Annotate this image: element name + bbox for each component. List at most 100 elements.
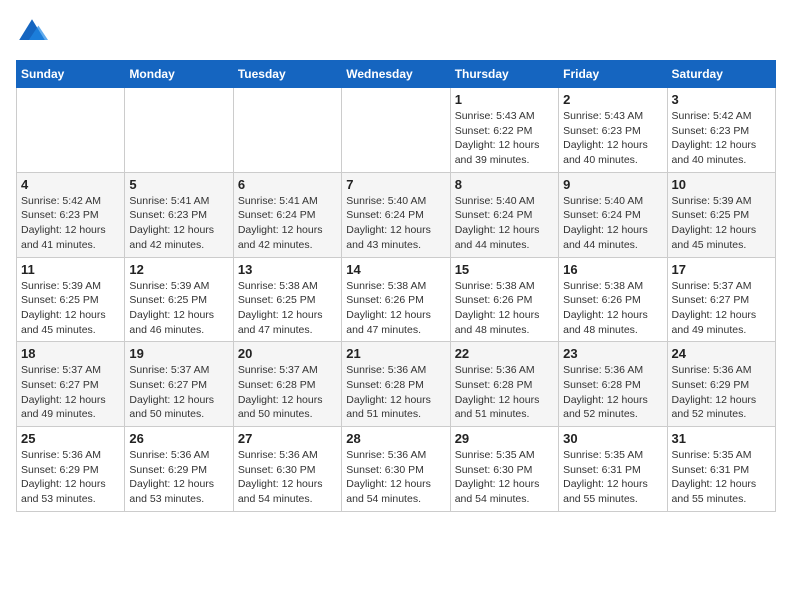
day-number: 22 xyxy=(455,346,554,361)
day-number: 25 xyxy=(21,431,120,446)
calendar-cell: 2 Sunrise: 5:43 AM Sunset: 6:23 PM Daylig… xyxy=(559,88,667,173)
day-info: Sunrise: 5:41 AM Sunset: 6:23 PM Dayligh… xyxy=(129,194,228,253)
calendar-cell: 17 Sunrise: 5:37 AM Sunset: 6:27 PM Dayli… xyxy=(667,257,775,342)
week-row-1: 4 Sunrise: 5:42 AM Sunset: 6:23 PM Daylig… xyxy=(17,172,776,257)
calendar-cell: 11 Sunrise: 5:39 AM Sunset: 6:25 PM Dayli… xyxy=(17,257,125,342)
day-of-week-monday: Monday xyxy=(125,61,233,88)
calendar-cell: 5 Sunrise: 5:41 AM Sunset: 6:23 PM Daylig… xyxy=(125,172,233,257)
calendar-cell: 22 Sunrise: 5:36 AM Sunset: 6:28 PM Dayli… xyxy=(450,342,558,427)
day-info: Sunrise: 5:42 AM Sunset: 6:23 PM Dayligh… xyxy=(21,194,120,253)
day-number: 5 xyxy=(129,177,228,192)
day-number: 17 xyxy=(672,262,771,277)
logo xyxy=(16,16,52,48)
calendar-cell: 23 Sunrise: 5:36 AM Sunset: 6:28 PM Dayli… xyxy=(559,342,667,427)
calendar-cell: 1 Sunrise: 5:43 AM Sunset: 6:22 PM Daylig… xyxy=(450,88,558,173)
day-number: 12 xyxy=(129,262,228,277)
calendar-cell: 6 Sunrise: 5:41 AM Sunset: 6:24 PM Daylig… xyxy=(233,172,341,257)
page-header xyxy=(16,16,776,48)
calendar-cell: 29 Sunrise: 5:35 AM Sunset: 6:30 PM Dayli… xyxy=(450,427,558,512)
calendar-cell: 19 Sunrise: 5:37 AM Sunset: 6:27 PM Dayli… xyxy=(125,342,233,427)
calendar-cell: 30 Sunrise: 5:35 AM Sunset: 6:31 PM Dayli… xyxy=(559,427,667,512)
day-of-week-thursday: Thursday xyxy=(450,61,558,88)
calendar-cell: 3Sunrise: 5:42 AM Sunset: 6:23 PM Daylig… xyxy=(667,88,775,173)
day-info: Sunrise: 5:36 AM Sunset: 6:28 PM Dayligh… xyxy=(455,363,554,422)
day-number: 15 xyxy=(455,262,554,277)
calendar-cell: 4 Sunrise: 5:42 AM Sunset: 6:23 PM Daylig… xyxy=(17,172,125,257)
calendar-cell: 31Sunrise: 5:35 AM Sunset: 6:31 PM Dayli… xyxy=(667,427,775,512)
day-info: Sunrise: 5:37 AM Sunset: 6:27 PM Dayligh… xyxy=(672,279,771,338)
day-info: Sunrise: 5:35 AM Sunset: 6:31 PM Dayligh… xyxy=(563,448,662,507)
day-of-week-wednesday: Wednesday xyxy=(342,61,450,88)
calendar-cell: 8 Sunrise: 5:40 AM Sunset: 6:24 PM Daylig… xyxy=(450,172,558,257)
day-number: 7 xyxy=(346,177,445,192)
day-info: Sunrise: 5:39 AM Sunset: 6:25 PM Dayligh… xyxy=(21,279,120,338)
day-number: 16 xyxy=(563,262,662,277)
day-number: 6 xyxy=(238,177,337,192)
calendar-cell: 24 Sunrise: 5:36 AM Sunset: 6:29 PM Dayli… xyxy=(667,342,775,427)
day-number: 21 xyxy=(346,346,445,361)
day-info: Sunrise: 5:38 AM Sunset: 6:25 PM Dayligh… xyxy=(238,279,337,338)
day-number: 1 xyxy=(455,92,554,107)
day-info: Sunrise: 5:36 AM Sunset: 6:30 PM Dayligh… xyxy=(346,448,445,507)
day-info: Sunrise: 5:39 AM Sunset: 6:25 PM Dayligh… xyxy=(672,194,771,253)
day-number: 24 xyxy=(672,346,771,361)
day-info: Sunrise: 5:37 AM Sunset: 6:28 PM Dayligh… xyxy=(238,363,337,422)
day-number: 29 xyxy=(455,431,554,446)
week-row-2: 11 Sunrise: 5:39 AM Sunset: 6:25 PM Dayli… xyxy=(17,257,776,342)
day-number: 28 xyxy=(346,431,445,446)
day-number: 4 xyxy=(21,177,120,192)
day-info: Sunrise: 5:36 AM Sunset: 6:29 PM Dayligh… xyxy=(21,448,120,507)
day-info: Sunrise: 5:38 AM Sunset: 6:26 PM Dayligh… xyxy=(346,279,445,338)
calendar-cell: 16 Sunrise: 5:38 AM Sunset: 6:26 PM Dayli… xyxy=(559,257,667,342)
day-info: Sunrise: 5:38 AM Sunset: 6:26 PM Dayligh… xyxy=(455,279,554,338)
calendar-table: SundayMondayTuesdayWednesdayThursdayFrid… xyxy=(16,60,776,512)
day-info: Sunrise: 5:37 AM Sunset: 6:27 PM Dayligh… xyxy=(129,363,228,422)
days-of-week-row: SundayMondayTuesdayWednesdayThursdayFrid… xyxy=(17,61,776,88)
day-number: 19 xyxy=(129,346,228,361)
day-info: Sunrise: 5:37 AM Sunset: 6:27 PM Dayligh… xyxy=(21,363,120,422)
day-number: 30 xyxy=(563,431,662,446)
day-info: Sunrise: 5:43 AM Sunset: 6:23 PM Dayligh… xyxy=(563,109,662,168)
day-number: 27 xyxy=(238,431,337,446)
day-info: Sunrise: 5:39 AM Sunset: 6:25 PM Dayligh… xyxy=(129,279,228,338)
calendar-cell: 15 Sunrise: 5:38 AM Sunset: 6:26 PM Dayli… xyxy=(450,257,558,342)
day-number: 18 xyxy=(21,346,120,361)
day-info: Sunrise: 5:35 AM Sunset: 6:30 PM Dayligh… xyxy=(455,448,554,507)
day-info: Sunrise: 5:40 AM Sunset: 6:24 PM Dayligh… xyxy=(455,194,554,253)
calendar-cell: 12 Sunrise: 5:39 AM Sunset: 6:25 PM Dayli… xyxy=(125,257,233,342)
calendar-cell: 26Sunrise: 5:36 AM Sunset: 6:29 PM Dayli… xyxy=(125,427,233,512)
calendar-cell: 14 Sunrise: 5:38 AM Sunset: 6:26 PM Dayli… xyxy=(342,257,450,342)
day-info: Sunrise: 5:38 AM Sunset: 6:26 PM Dayligh… xyxy=(563,279,662,338)
day-number: 9 xyxy=(563,177,662,192)
calendar-header: SundayMondayTuesdayWednesdayThursdayFrid… xyxy=(17,61,776,88)
day-of-week-friday: Friday xyxy=(559,61,667,88)
day-number: 11 xyxy=(21,262,120,277)
calendar-cell xyxy=(17,88,125,173)
day-info: Sunrise: 5:35 AM Sunset: 6:31 PM Dayligh… xyxy=(672,448,771,507)
day-number: 14 xyxy=(346,262,445,277)
day-number: 2 xyxy=(563,92,662,107)
calendar-cell: 9 Sunrise: 5:40 AM Sunset: 6:24 PM Daylig… xyxy=(559,172,667,257)
calendar-cell: 28 Sunrise: 5:36 AM Sunset: 6:30 PM Dayli… xyxy=(342,427,450,512)
calendar-body: 1 Sunrise: 5:43 AM Sunset: 6:22 PM Daylig… xyxy=(17,88,776,512)
day-number: 26 xyxy=(129,431,228,446)
calendar-cell: 21Sunrise: 5:36 AM Sunset: 6:28 PM Dayli… xyxy=(342,342,450,427)
day-of-week-saturday: Saturday xyxy=(667,61,775,88)
day-info: Sunrise: 5:36 AM Sunset: 6:28 PM Dayligh… xyxy=(563,363,662,422)
calendar-cell: 18 Sunrise: 5:37 AM Sunset: 6:27 PM Dayli… xyxy=(17,342,125,427)
week-row-4: 25 Sunrise: 5:36 AM Sunset: 6:29 PM Dayli… xyxy=(17,427,776,512)
day-info: Sunrise: 5:40 AM Sunset: 6:24 PM Dayligh… xyxy=(563,194,662,253)
day-number: 8 xyxy=(455,177,554,192)
logo-icon xyxy=(16,16,48,48)
day-of-week-tuesday: Tuesday xyxy=(233,61,341,88)
day-info: Sunrise: 5:43 AM Sunset: 6:22 PM Dayligh… xyxy=(455,109,554,168)
day-info: Sunrise: 5:36 AM Sunset: 6:29 PM Dayligh… xyxy=(672,363,771,422)
calendar-cell: 13Sunrise: 5:38 AM Sunset: 6:25 PM Dayli… xyxy=(233,257,341,342)
day-number: 3 xyxy=(672,92,771,107)
day-info: Sunrise: 5:36 AM Sunset: 6:30 PM Dayligh… xyxy=(238,448,337,507)
calendar-cell: 7Sunrise: 5:40 AM Sunset: 6:24 PM Daylig… xyxy=(342,172,450,257)
day-number: 10 xyxy=(672,177,771,192)
calendar-cell: 25 Sunrise: 5:36 AM Sunset: 6:29 PM Dayli… xyxy=(17,427,125,512)
day-info: Sunrise: 5:41 AM Sunset: 6:24 PM Dayligh… xyxy=(238,194,337,253)
day-number: 23 xyxy=(563,346,662,361)
